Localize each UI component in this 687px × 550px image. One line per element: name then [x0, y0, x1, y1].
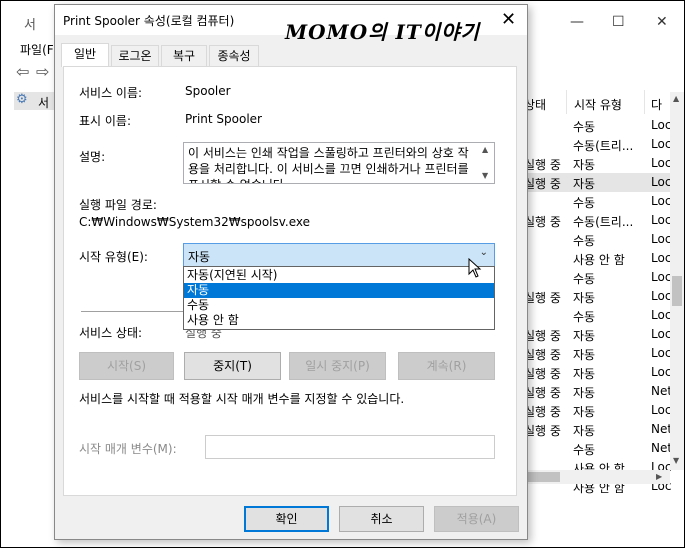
image-border [0, 0, 685, 548]
